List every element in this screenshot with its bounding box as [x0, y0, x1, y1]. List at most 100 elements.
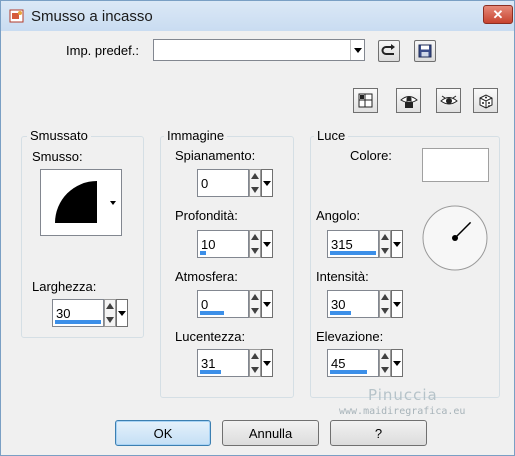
shininess-level-bar	[200, 370, 221, 374]
eye-icon	[439, 95, 458, 104]
bevel-width-value: 30	[56, 306, 71, 321]
chevron-down-icon	[350, 40, 364, 60]
light-angle-level-bar	[330, 251, 376, 255]
spin-down-icon	[251, 367, 259, 373]
spin-up-icon	[251, 234, 259, 240]
spin-buttons[interactable]	[249, 169, 261, 197]
slider-dropdown-button[interactable]	[391, 349, 403, 377]
dial-center-dot	[452, 235, 458, 241]
cancel-button[interactable]: Annulla	[222, 420, 319, 446]
chevron-down-icon	[263, 301, 271, 307]
smoothness-field[interactable]: 0	[197, 169, 249, 197]
depth-value: 10	[201, 237, 216, 252]
spin-down-icon	[251, 248, 259, 254]
slider-dropdown-button[interactable]	[391, 290, 403, 318]
slider-dropdown-button[interactable]	[261, 349, 273, 377]
bevel-shape-label: Smusso:	[32, 149, 83, 164]
light-angle-dial[interactable]	[420, 203, 490, 273]
spin-up-icon	[381, 234, 389, 240]
spin-up-icon	[251, 353, 259, 359]
light-intensity-level-bar	[330, 311, 351, 315]
chevron-down-icon	[103, 170, 122, 235]
shininess-field[interactable]: 31	[197, 349, 249, 377]
chevron-down-icon	[263, 241, 271, 247]
proof-button[interactable]	[396, 88, 421, 113]
reset-preset-button[interactable]	[378, 40, 400, 62]
eye-lock-icon	[399, 95, 418, 108]
spin-down-icon	[381, 308, 389, 314]
chevron-down-icon	[393, 301, 401, 307]
slider-dropdown-button[interactable]	[261, 169, 273, 197]
ambience-label: Atmosfera:	[175, 269, 238, 284]
light-intensity-field[interactable]: 30	[327, 290, 379, 318]
watermark-name: Pinuccia	[368, 386, 438, 404]
shininess-value: 31	[201, 356, 216, 371]
floppy-save-icon	[418, 44, 432, 58]
bevel-width-field[interactable]: 30	[52, 299, 104, 327]
bevel-shape-picker[interactable]	[40, 169, 122, 236]
slider-dropdown-button[interactable]	[261, 230, 273, 258]
bevel-shape-preview-icon	[55, 181, 97, 223]
spin-up-icon	[251, 294, 259, 300]
ambience-field[interactable]: 0	[197, 290, 249, 318]
save-preset-button[interactable]	[414, 40, 436, 62]
spin-down-icon	[381, 248, 389, 254]
ambience-value: 0	[201, 297, 209, 312]
window-title: Smusso a incasso	[31, 8, 153, 25]
depth-label: Profondità:	[175, 208, 238, 223]
chevron-down-icon	[263, 180, 271, 186]
bevel-width-label: Larghezza:	[32, 279, 97, 294]
spin-buttons[interactable]	[379, 290, 391, 318]
image-group-title: Immagine	[164, 128, 228, 143]
spin-buttons[interactable]	[249, 230, 261, 258]
spin-buttons[interactable]	[104, 299, 116, 327]
spin-buttons[interactable]	[379, 230, 391, 258]
slider-dropdown-button[interactable]	[261, 290, 273, 318]
spin-down-icon	[251, 187, 259, 193]
depth-level-bar	[200, 251, 206, 255]
close-icon: ✕	[492, 6, 504, 22]
spin-down-icon	[106, 317, 114, 323]
spin-buttons[interactable]	[249, 290, 261, 318]
randomize-button[interactable]	[473, 88, 498, 113]
light-color-label: Colore:	[350, 148, 392, 163]
help-button[interactable]: ?	[330, 420, 427, 446]
bevel-group-title: Smussato	[27, 128, 91, 143]
spin-up-icon	[381, 294, 389, 300]
spin-up-icon	[106, 303, 114, 309]
spin-up-icon	[251, 173, 259, 179]
slider-dropdown-button[interactable]	[116, 299, 128, 327]
light-angle-label: Angolo:	[316, 208, 361, 223]
light-angle-value: 315	[331, 237, 353, 252]
dialog-window: Smusso a incasso ✕ Imp. predef.: Smussat…	[0, 0, 515, 456]
light-elevation-value: 45	[331, 356, 346, 371]
depth-field[interactable]: 10	[197, 230, 249, 258]
preview-layout-button[interactable]	[353, 88, 378, 113]
light-color-swatch[interactable]	[422, 148, 489, 182]
spin-up-icon	[381, 353, 389, 359]
close-button[interactable]: ✕	[483, 5, 513, 24]
slider-dropdown-button[interactable]	[391, 230, 403, 258]
smoothness-label: Spianamento:	[175, 148, 256, 163]
light-angle-field[interactable]: 315	[327, 230, 379, 258]
chevron-down-icon	[393, 360, 401, 366]
spin-down-icon	[381, 367, 389, 373]
light-elevation-level-bar	[330, 370, 367, 374]
bevel-width-level-bar	[55, 320, 101, 324]
light-intensity-label: Intensità:	[316, 269, 369, 284]
chevron-down-icon	[118, 310, 126, 316]
shininess-label: Lucentezza:	[175, 329, 246, 344]
chevron-down-icon	[393, 241, 401, 247]
auto-proof-button[interactable]	[436, 88, 461, 113]
dice-icon	[479, 93, 492, 109]
preset-select[interactable]	[153, 39, 365, 61]
preset-label: Imp. predef.:	[66, 43, 139, 58]
light-intensity-value: 30	[331, 297, 346, 312]
light-elevation-field[interactable]: 45	[327, 349, 379, 377]
ok-button[interactable]: OK	[115, 420, 211, 446]
ambience-level-bar	[200, 311, 224, 315]
light-group-title: Luce	[314, 128, 349, 143]
app-icon	[9, 8, 25, 24]
spin-buttons[interactable]	[379, 349, 391, 377]
spin-buttons[interactable]	[249, 349, 261, 377]
